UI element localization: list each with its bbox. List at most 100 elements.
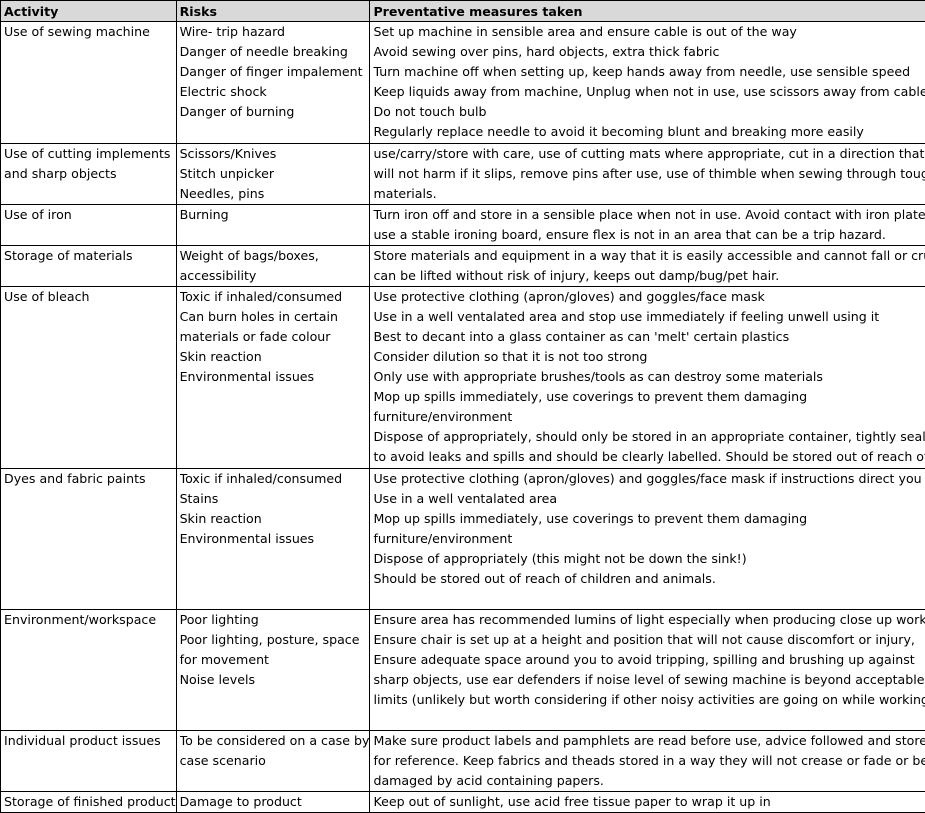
table-row: Individual product issuesTo be considere…	[1, 731, 925, 792]
table-row: Use of bleachToxic if inhaled/consumedCa…	[1, 287, 925, 469]
activity-cell[interactable]: Individual product issues	[1, 731, 177, 792]
table-row: Use of cutting implementsand sharp objec…	[1, 144, 925, 205]
risks-cell[interactable]: Toxic if inhaled/consumedCan burn holes …	[176, 287, 370, 469]
activity-cell[interactable]: Use of sewing machine	[1, 22, 177, 144]
risks-cell[interactable]: Scissors/KnivesStitch unpickerNeedles, p…	[176, 144, 370, 205]
risks-cell[interactable]: To be considered on a case bycase scenar…	[176, 731, 370, 792]
cell-text-line: Use of cutting implements	[4, 144, 176, 164]
cell-text-line: furniture/environment	[373, 407, 925, 427]
activity-cell[interactable]: Storage of finished product	[1, 792, 177, 813]
cell-text-line: Use of sewing machine	[4, 22, 176, 42]
table-row: Environment/workspacePoor lightingPoor l…	[1, 610, 925, 731]
cell-text-line: Store materials and equipment in a way t…	[373, 246, 925, 266]
risk-assessment-table: Activity Risks Preventative measures tak…	[0, 0, 925, 813]
cell-text-line: Poor lighting	[180, 610, 370, 630]
table-row: Storage of materialsWeight of bags/boxes…	[1, 246, 925, 287]
activity-cell[interactable]: Environment/workspace	[1, 610, 177, 731]
cell-text-line: case scenario	[180, 751, 370, 771]
cell-text-line: Keep liquids away from machine, Unplug w…	[373, 82, 925, 102]
cell-text-line: Use of bleach	[4, 287, 176, 307]
cell-text-line: Danger of finger impalement	[180, 62, 370, 82]
cell-text-line: Environmental issues	[180, 367, 370, 387]
cell-text-line: can be lifted without risk of injury, ke…	[373, 266, 925, 285]
measures-cell[interactable]: Turn iron off and store in a sensible pl…	[370, 205, 925, 246]
cell-text-line: Stains	[180, 489, 370, 509]
cell-text-line: Set up machine in sensible area and ensu…	[373, 22, 925, 42]
cell-text-line: Electric shock	[180, 82, 370, 102]
header-measures[interactable]: Preventative measures taken	[370, 1, 925, 22]
cell-text-line: To be considered on a case by	[180, 731, 370, 751]
activity-cell[interactable]: Use of iron	[1, 205, 177, 246]
cell-text-line: Environment/workspace	[4, 610, 176, 630]
cell-text-line: furniture/environment	[373, 529, 925, 549]
cell-text-line: Keep out of sunlight, use acid free tiss…	[373, 792, 925, 811]
cell-text-line: accessibility	[180, 266, 370, 285]
measures-cell[interactable]: Set up machine in sensible area and ensu…	[370, 22, 925, 144]
cell-text-line: Avoid sewing over pins, hard objects, ex…	[373, 42, 925, 62]
risks-cell[interactable]: Burning	[176, 205, 370, 246]
cell-text-line: Ensure adequate space around you to avoi…	[373, 650, 925, 670]
activity-cell[interactable]: Use of bleach	[1, 287, 177, 469]
cell-text-line: Use of iron	[4, 205, 176, 225]
cell-text-line: Toxic if inhaled/consumed	[180, 469, 370, 489]
cell-text-line: Individual product issues	[4, 731, 176, 751]
cell-text-line: Use in a well ventalated area and stop u…	[373, 307, 925, 327]
activity-cell[interactable]: Storage of materials	[1, 246, 177, 287]
cell-text-line: Should be stored out of reach of childre…	[373, 569, 925, 589]
cell-text-line: sharp objects, use ear defenders if nois…	[373, 670, 925, 690]
cell-text-line: Mop up spills immediately, use coverings…	[373, 387, 925, 407]
measures-cell[interactable]: Ensure area has recommended lumins of li…	[370, 610, 925, 731]
cell-text-line: Ensure area has recommended lumins of li…	[373, 610, 925, 630]
cell-text-line: Do not touch bulb	[373, 102, 925, 122]
measures-cell[interactable]: Use protective clothing (apron/gloves) a…	[370, 469, 925, 610]
header-activity[interactable]: Activity	[1, 1, 177, 22]
measures-cell[interactable]: use/carry/store with care, use of cuttin…	[370, 144, 925, 205]
table-row: Use of sewing machineWire- trip hazardDa…	[1, 22, 925, 144]
cell-text-line: Stitch unpicker	[180, 164, 370, 184]
cell-text-line: Scissors/Knives	[180, 144, 370, 164]
cell-text-line: limits (unlikely but worth considering i…	[373, 690, 925, 710]
cell-text-line: Dispose of appropriately, should only be…	[373, 427, 925, 447]
cell-text-line: to avoid leaks and spills and should be …	[373, 447, 925, 467]
cell-text-line: will not harm if it slips, remove pins a…	[373, 164, 925, 184]
cell-text-line: for movement	[180, 650, 370, 670]
header-risks[interactable]: Risks	[176, 1, 370, 22]
cell-text-line: Noise levels	[180, 670, 370, 690]
cell-text-line: Danger of burning	[180, 102, 370, 122]
risks-cell[interactable]: Toxic if inhaled/consumedStainsSkin reac…	[176, 469, 370, 610]
cell-text-line: Environmental issues	[180, 529, 370, 549]
cell-text-line: Regularly replace needle to avoid it bec…	[373, 122, 925, 142]
risks-cell[interactable]: Damage to product	[176, 792, 370, 813]
cell-text-line: Skin reaction	[180, 347, 370, 367]
risks-cell[interactable]: Wire- trip hazardDanger of needle breaki…	[176, 22, 370, 144]
cell-text-line: Ensure chair is set up at a height and p…	[373, 630, 925, 650]
measures-cell[interactable]: Keep out of sunlight, use acid free tiss…	[370, 792, 925, 813]
cell-text-line: Consider dilution so that it is not too …	[373, 347, 925, 367]
cell-text-line: Use protective clothing (apron/gloves) a…	[373, 469, 925, 489]
cell-text-line: damaged by acid containing papers.	[373, 771, 925, 790]
cell-text-line: Poor lighting, posture, space	[180, 630, 370, 650]
measures-cell[interactable]: Use protective clothing (apron/gloves) a…	[370, 287, 925, 469]
measures-cell[interactable]: Store materials and equipment in a way t…	[370, 246, 925, 287]
cell-text-line: use a stable ironing board, ensure flex …	[373, 225, 925, 244]
cell-text-line: Use in a well ventalated area	[373, 489, 925, 509]
cell-text-line: Wire- trip hazard	[180, 22, 370, 42]
cell-text-line: Make sure product labels and pamphlets a…	[373, 731, 925, 751]
risks-cell[interactable]: Weight of bags/boxes,accessibility	[176, 246, 370, 287]
activity-cell[interactable]: Use of cutting implementsand sharp objec…	[1, 144, 177, 205]
measures-cell[interactable]: Make sure product labels and pamphlets a…	[370, 731, 925, 792]
header-row: Activity Risks Preventative measures tak…	[1, 1, 925, 22]
risks-cell[interactable]: Poor lightingPoor lighting, posture, spa…	[176, 610, 370, 731]
cell-text-line: Toxic if inhaled/consumed	[180, 287, 370, 307]
cell-text-line: materials.	[373, 184, 925, 203]
cell-text-line: and sharp objects	[4, 164, 176, 184]
cell-text-line: Turn machine off when setting up, keep h…	[373, 62, 925, 82]
cell-text-line: for reference. Keep fabrics and theads s…	[373, 751, 925, 771]
cell-text-line: Dyes and fabric paints	[4, 469, 176, 489]
cell-text-line: Use protective clothing (apron/gloves) a…	[373, 287, 925, 307]
activity-cell[interactable]: Dyes and fabric paints	[1, 469, 177, 610]
cell-text-line: Turn iron off and store in a sensible pl…	[373, 205, 925, 225]
cell-text-line: Dispose of appropriately (this might not…	[373, 549, 925, 569]
cell-text-line: Skin reaction	[180, 509, 370, 529]
cell-text-line: materials or fade colour	[180, 327, 370, 347]
